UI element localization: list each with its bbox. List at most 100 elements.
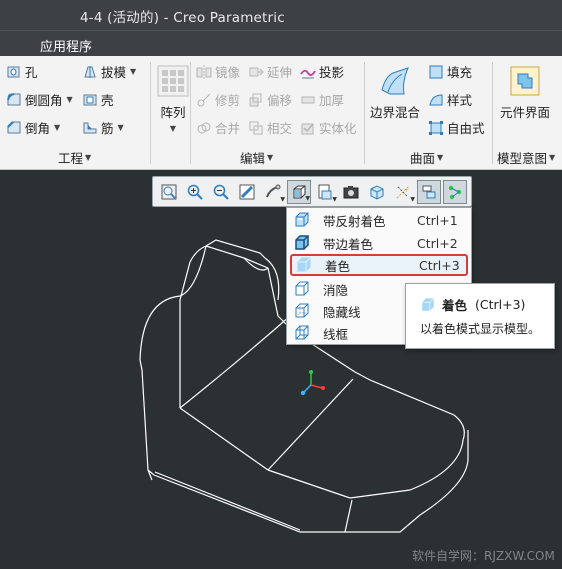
chevron-down-icon: ▼ (332, 195, 337, 203)
style-icon (429, 93, 443, 105)
graphics-toolbar: ▼ ▼ ▼ + ▼ (152, 176, 472, 207)
intersect-icon (249, 121, 263, 134)
component-interface-button[interactable]: 元件界面 (500, 64, 550, 121)
fill-button[interactable]: 填充 (428, 62, 472, 81)
hole-button[interactable]: 孔 (6, 62, 38, 81)
freestyle-button[interactable]: 自由式 (428, 118, 485, 137)
offset-button[interactable]: 偏移 (248, 90, 292, 109)
draft-button[interactable]: 拔模 ▼ (82, 62, 136, 81)
chevron-down-icon: ▼ (305, 194, 310, 202)
title-bar: 4-4 (活动的) - Creo Parametric (0, 0, 562, 30)
menu-bar: 应用程序 (0, 30, 562, 56)
wireframe-icon (295, 325, 309, 340)
wireframe-model (139, 239, 469, 533)
hidden-line-icon (295, 303, 309, 318)
hole-icon (7, 66, 20, 77)
extend-button[interactable]: 延伸 (248, 62, 292, 81)
merge-icon (197, 122, 211, 133)
camera-icon (343, 185, 359, 198)
chamfer-button[interactable]: 倒角 ▼ (6, 118, 60, 137)
extend-icon (249, 67, 264, 76)
zoom-out-button[interactable] (209, 180, 233, 204)
surfaces-group-label[interactable]: 曲面 ▼ (410, 148, 443, 167)
zoom-out-icon (213, 184, 229, 200)
spin-center-button[interactable]: ▼ (261, 180, 285, 204)
style-button[interactable]: 样式 (428, 90, 472, 109)
offset-icon (249, 93, 262, 106)
mirror-button[interactable]: 镜像 (196, 62, 240, 81)
graphics-viewport[interactable] (0, 170, 562, 569)
chevron-down-icon[interactable]: ▼ (130, 67, 136, 76)
chevron-down-icon: ▼ (280, 195, 285, 203)
shading-icon (422, 297, 434, 311)
round-button[interactable]: 倒圆角 ▼ (6, 90, 73, 109)
tooltip: 着色 (Ctrl+3) 以着色模式显示模型。 (405, 283, 555, 349)
chamfer-icon (7, 120, 21, 133)
trim-button[interactable]: 修剪 (196, 90, 240, 109)
group-divider (150, 62, 151, 164)
refit-button[interactable] (157, 180, 181, 204)
saved-views-button[interactable]: ▼ (313, 180, 337, 204)
group-divider (190, 62, 191, 164)
solidify-button[interactable]: 实体化 (300, 118, 357, 137)
fill-icon (429, 65, 443, 78)
spin-axis-button[interactable] (443, 179, 467, 204)
menu-item-shading-with-edges[interactable]: 带边着色 Ctrl+2 (290, 232, 468, 254)
zoom-in-button[interactable] (183, 180, 207, 204)
saved-views-icon (318, 184, 332, 199)
refit-icon (161, 184, 177, 199)
boundary-blend-icon (381, 67, 409, 95)
datum-display-button[interactable]: + ▼ (391, 180, 415, 204)
repaint-button[interactable] (235, 180, 259, 204)
component-interface-icon (510, 66, 540, 96)
chevron-down-icon[interactable]: ▼ (54, 123, 60, 132)
shading-with-edges-icon (295, 235, 309, 250)
draft-icon (84, 65, 96, 78)
rib-icon (83, 122, 97, 133)
project-button[interactable]: 投影 (300, 62, 344, 81)
perspective-button[interactable] (365, 180, 389, 204)
display-style-button[interactable]: ▼ (287, 179, 311, 204)
camera-button[interactable] (339, 180, 363, 204)
watermark: 软件自学网：RJZXW.COM (412, 549, 555, 563)
spin-center-icon (266, 184, 281, 197)
shading-icon (297, 257, 311, 272)
no-hidden-icon (295, 281, 309, 296)
svg-text:+: + (404, 187, 409, 194)
tooltip-header: 着色 (Ctrl+3) (420, 295, 525, 314)
engineering-group-label[interactable]: 工程 ▼ (58, 148, 91, 167)
annotation-display-icon (422, 185, 436, 198)
spin-axis-icon (448, 185, 462, 199)
boundary-blend-button[interactable]: 边界混合 (370, 64, 420, 121)
perspective-icon (370, 184, 384, 200)
datum-display-icon: + (396, 185, 410, 198)
annotation-display-button[interactable] (417, 179, 441, 204)
trim-icon (197, 93, 211, 106)
chevron-down-icon[interactable]: ▼ (170, 124, 176, 133)
application-menu[interactable]: 应用程序 (40, 36, 92, 55)
freestyle-icon (429, 120, 443, 135)
group-divider (492, 62, 493, 164)
round-icon (7, 92, 21, 105)
shell-icon (83, 94, 97, 105)
model-intent-group-label[interactable]: 模型意图 ▼ (497, 148, 555, 167)
thicken-button[interactable]: 加厚 (300, 90, 344, 109)
menu-item-shading-with-reflections[interactable]: 带反射着色 Ctrl+1 (290, 209, 468, 231)
project-icon (300, 69, 316, 78)
intersect-button[interactable]: 相交 (248, 118, 292, 137)
chevron-down-icon[interactable]: ▼ (118, 123, 124, 132)
pattern-button[interactable]: 阵列 ▼ (156, 64, 190, 133)
chevron-down-icon[interactable]: ▼ (67, 95, 73, 104)
shell-button[interactable]: 壳 (82, 90, 114, 109)
solidify-icon (301, 123, 314, 134)
coordinate-triad (300, 370, 325, 396)
shading-with-reflections-icon (295, 212, 309, 227)
rib-button[interactable]: 筋 ▼ (82, 118, 124, 137)
menu-item-shading[interactable]: 着色 Ctrl+3 (290, 254, 468, 276)
editing-group-label[interactable]: 编辑 ▼ (240, 148, 273, 167)
tooltip-title: 着色 (442, 298, 468, 313)
ribbon: 孔 拔模 ▼ 倒圆角 ▼ 壳 倒角 ▼ 筋 ▼ 工程 ▼ 阵列 ▼ 镜像 延伸 … (0, 56, 562, 170)
merge-button[interactable]: 合并 (196, 118, 240, 137)
pattern-icon (157, 65, 189, 97)
mirror-icon (196, 64, 212, 79)
